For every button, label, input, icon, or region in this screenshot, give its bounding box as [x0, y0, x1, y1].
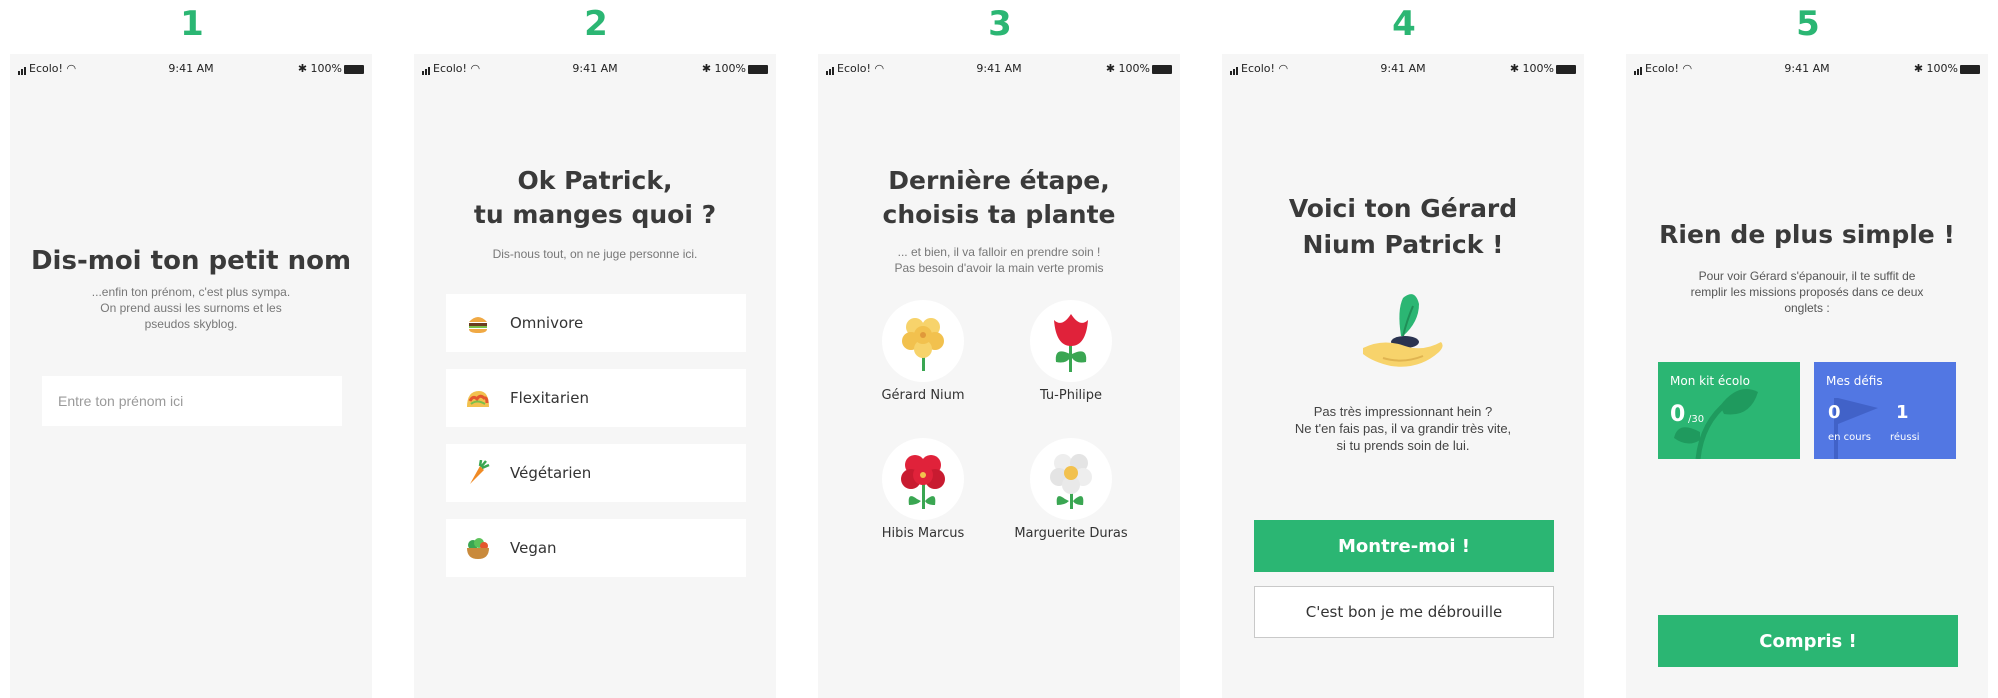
- challenges-in-progress-label: en cours: [1828, 432, 1871, 443]
- subtitle-line: On prend aussi les surnoms et les: [100, 301, 282, 315]
- subtitle-line: Pas besoin d'avoir la main verte promis: [894, 261, 1104, 275]
- battery-indicator: ✱ 100%: [298, 62, 364, 75]
- step-number-3: 3: [988, 4, 1012, 44]
- battery-indicator: ✱ 100%: [1914, 62, 1980, 75]
- battery-icon: [1556, 64, 1576, 74]
- status-bar: Ecolo! ◠ 9:41 AM ✱ 100%: [1222, 54, 1584, 80]
- battery-label: 100%: [714, 62, 746, 75]
- battery-label: 100%: [1118, 62, 1150, 75]
- diet-option-label: Vegan: [510, 539, 557, 557]
- tulip-icon: [1030, 300, 1112, 382]
- hibiscus-icon: [882, 438, 964, 520]
- step-number-1: 1: [180, 4, 204, 44]
- page-title-line: tu manges quoi ?: [473, 200, 717, 229]
- step-number-2: 2: [584, 4, 608, 44]
- battery-indicator: ✱ 100%: [1106, 62, 1172, 75]
- step-number-4: 4: [1392, 4, 1416, 44]
- battery-icon: [344, 64, 364, 74]
- plant-label: Tu-Philipe: [1039, 388, 1103, 403]
- bluetooth-icon: ✱: [297, 62, 308, 75]
- page-title-line: Voici ton Gérard: [1288, 194, 1518, 223]
- plant-option-tu-philipe[interactable]: Tu-Philipe: [996, 300, 1146, 403]
- subtitle-line: ...enfin ton prénom, c'est plus sympa.: [91, 285, 291, 299]
- kit-total: /30: [1688, 414, 1705, 425]
- screen-diet-choice: Ecolo! ◠ 9:41 AM ✱ 100% Ok Patrick, tu m…: [414, 54, 776, 698]
- info-line: remplir les missions proposés dans ce de…: [1690, 285, 1924, 299]
- battery-icon: [1152, 64, 1172, 74]
- understood-button[interactable]: Compris !: [1658, 615, 1958, 667]
- page-title-line: Ok Patrick,: [517, 166, 673, 195]
- plant-option-gerard-nium[interactable]: Gérard Nium: [848, 300, 998, 403]
- info-line: onglets :: [1784, 301, 1830, 315]
- info-line: Ne t'en fais pas, il va grandir très vit…: [1294, 421, 1512, 436]
- subtitle-line: pseudos skyblog.: [144, 317, 238, 331]
- skip-tutorial-button[interactable]: C'est bon je me débrouille: [1254, 586, 1554, 638]
- battery-label: 100%: [1926, 62, 1958, 75]
- diet-option-omnivore[interactable]: Omnivore: [446, 294, 746, 352]
- battery-label: 100%: [310, 62, 342, 75]
- taco-icon: [464, 384, 492, 412]
- bluetooth-icon: ✱: [1105, 62, 1116, 75]
- eco-kit-tab[interactable]: Mon kit écolo 0 /30: [1658, 362, 1800, 459]
- status-bar: Ecolo! ◠ 9:41 AM ✱ 100%: [818, 54, 1180, 80]
- status-bar: Ecolo! ◠ 9:41 AM ✱ 100%: [414, 54, 776, 80]
- plant-option-marguerite-duras[interactable]: Marguerite Duras: [996, 438, 1146, 541]
- card-title: Mon kit écolo: [1670, 374, 1750, 388]
- diet-option-label: Omnivore: [510, 314, 584, 332]
- subtitle-line: ... et bien, il va falloir en prendre so…: [897, 245, 1101, 259]
- battery-icon: [748, 64, 768, 74]
- bluetooth-icon: ✱: [1913, 62, 1924, 75]
- battery-indicator: ✱ 100%: [1510, 62, 1576, 75]
- yellow-geranium-icon: [882, 300, 964, 382]
- diet-option-vegan[interactable]: Vegan: [446, 519, 746, 577]
- challenges-tab[interactable]: Mes défis 0 en cours 1 réussi: [1814, 362, 1956, 459]
- first-name-input[interactable]: [42, 376, 342, 426]
- screen-tutorial: Ecolo! ◠ 9:41 AM ✱ 100% Rien de plus sim…: [1626, 54, 1988, 698]
- step-number-5: 5: [1796, 4, 1820, 44]
- screen-plant-choice: Ecolo! ◠ 9:41 AM ✱ 100% Dernière étape, …: [818, 54, 1180, 698]
- status-bar: Ecolo! ◠ 9:41 AM ✱ 100%: [1626, 54, 1988, 80]
- screen-plant-reveal: Ecolo! ◠ 9:41 AM ✱ 100% Voici ton Gérard…: [1222, 54, 1584, 698]
- challenges-done-count: 1: [1896, 402, 1909, 423]
- page-title-line: choisis ta plante: [882, 200, 1116, 229]
- page-title-line: Nium Patrick !: [1302, 230, 1504, 259]
- diet-option-label: Végétarien: [510, 464, 592, 482]
- card-title: Mes défis: [1826, 374, 1883, 388]
- plant-option-hibis-marcus[interactable]: Hibis Marcus: [848, 438, 998, 541]
- carrot-icon: [464, 459, 492, 487]
- info-line: si tu prends soin de lui.: [1336, 438, 1470, 453]
- page-title-line: Dernière étape,: [888, 166, 1110, 195]
- info-line: Pour voir Gérard s'épanouir, il te suffi…: [1698, 269, 1916, 283]
- plant-label: Gérard Nium: [881, 388, 965, 403]
- screen-name-entry: Ecolo! ◠ 9:41 AM ✱ 100% Dis-moi ton peti…: [10, 54, 372, 698]
- diet-option-label: Flexitarien: [510, 389, 589, 407]
- bluetooth-icon: ✱: [1509, 62, 1520, 75]
- subtitle: Dis-nous tout, on ne juge personne ici.: [492, 247, 698, 261]
- plant-label: Hibis Marcus: [881, 526, 965, 541]
- challenges-in-progress-count: 0: [1828, 402, 1841, 423]
- info-line: Pas très impressionnant hein ?: [1313, 404, 1493, 419]
- bluetooth-icon: ✱: [701, 62, 712, 75]
- battery-icon: [1960, 64, 1980, 74]
- challenges-done-label: réussi: [1890, 432, 1920, 443]
- show-me-button[interactable]: Montre-moi !: [1254, 520, 1554, 572]
- kit-count: 0: [1670, 402, 1686, 427]
- diet-option-flexitarien[interactable]: Flexitarien: [446, 369, 746, 427]
- battery-indicator: ✱ 100%: [702, 62, 768, 75]
- page-title: Rien de plus simple !: [1659, 220, 1955, 249]
- status-bar: Ecolo! ◠ 9:41 AM ✱ 100%: [10, 54, 372, 80]
- sprout-in-hand-icon: [1353, 280, 1453, 385]
- diet-option-vegetarien[interactable]: Végétarien: [446, 444, 746, 502]
- plant-label: Marguerite Duras: [1014, 526, 1128, 541]
- daisy-icon: [1030, 438, 1112, 520]
- burger-icon: [464, 309, 492, 337]
- battery-label: 100%: [1522, 62, 1554, 75]
- salad-icon: [464, 534, 492, 562]
- page-title: Dis-moi ton petit nom: [30, 246, 352, 276]
